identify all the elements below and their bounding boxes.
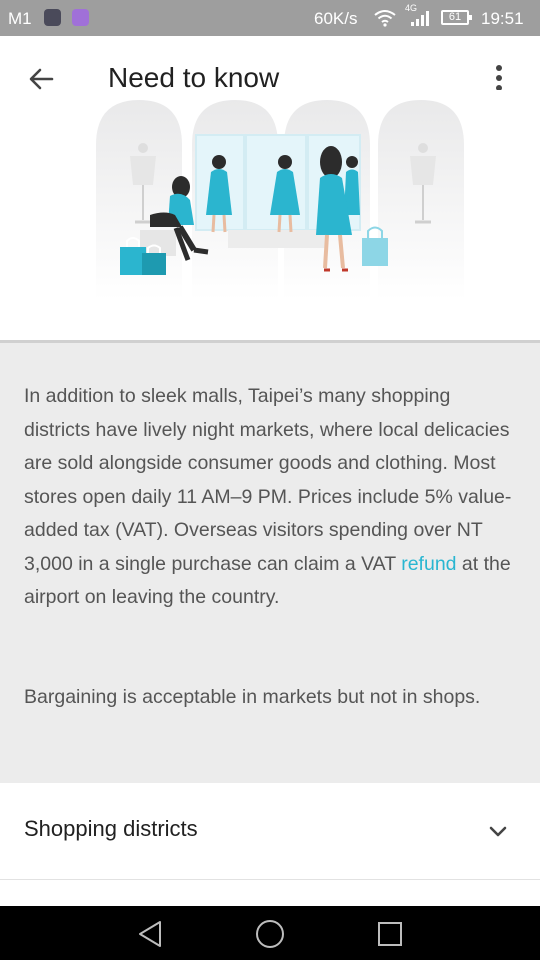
signal-icon bbox=[411, 11, 429, 26]
wifi-icon bbox=[374, 10, 396, 27]
battery-icon: 61 bbox=[441, 10, 472, 25]
gallery-notification-icon bbox=[72, 9, 89, 26]
bargaining-paragraph: Bargaining is acceptable in markets but … bbox=[24, 686, 481, 708]
chevron-down-icon bbox=[489, 826, 507, 837]
info-section: In addition to sleek malls, Taipei’s man… bbox=[0, 343, 540, 783]
refund-link[interactable]: refund bbox=[401, 553, 456, 575]
nav-recents-icon[interactable] bbox=[372, 916, 408, 952]
clock: 19:51 bbox=[481, 9, 524, 28]
net-speed: 60K/s bbox=[314, 9, 358, 28]
nav-back-icon[interactable] bbox=[132, 916, 168, 952]
hero-illustration bbox=[0, 90, 540, 340]
system-nav-bar bbox=[0, 906, 540, 960]
info-text-before-link: In addition to sleek malls, Taipei’s man… bbox=[24, 385, 512, 575]
shopping-illustration bbox=[96, 100, 464, 300]
shopping-districts-row[interactable]: Shopping districts bbox=[0, 783, 540, 880]
nav-home-icon[interactable] bbox=[252, 916, 288, 952]
accordion-label: Shopping districts bbox=[24, 816, 198, 841]
app-notification-icon bbox=[44, 9, 61, 26]
info-paragraph: In addition to sleek malls, Taipei’s man… bbox=[24, 380, 520, 615]
carrier-label: M1 bbox=[8, 9, 32, 28]
status-bar: M1 60K/s 4G 61 19:51 bbox=[0, 0, 540, 36]
